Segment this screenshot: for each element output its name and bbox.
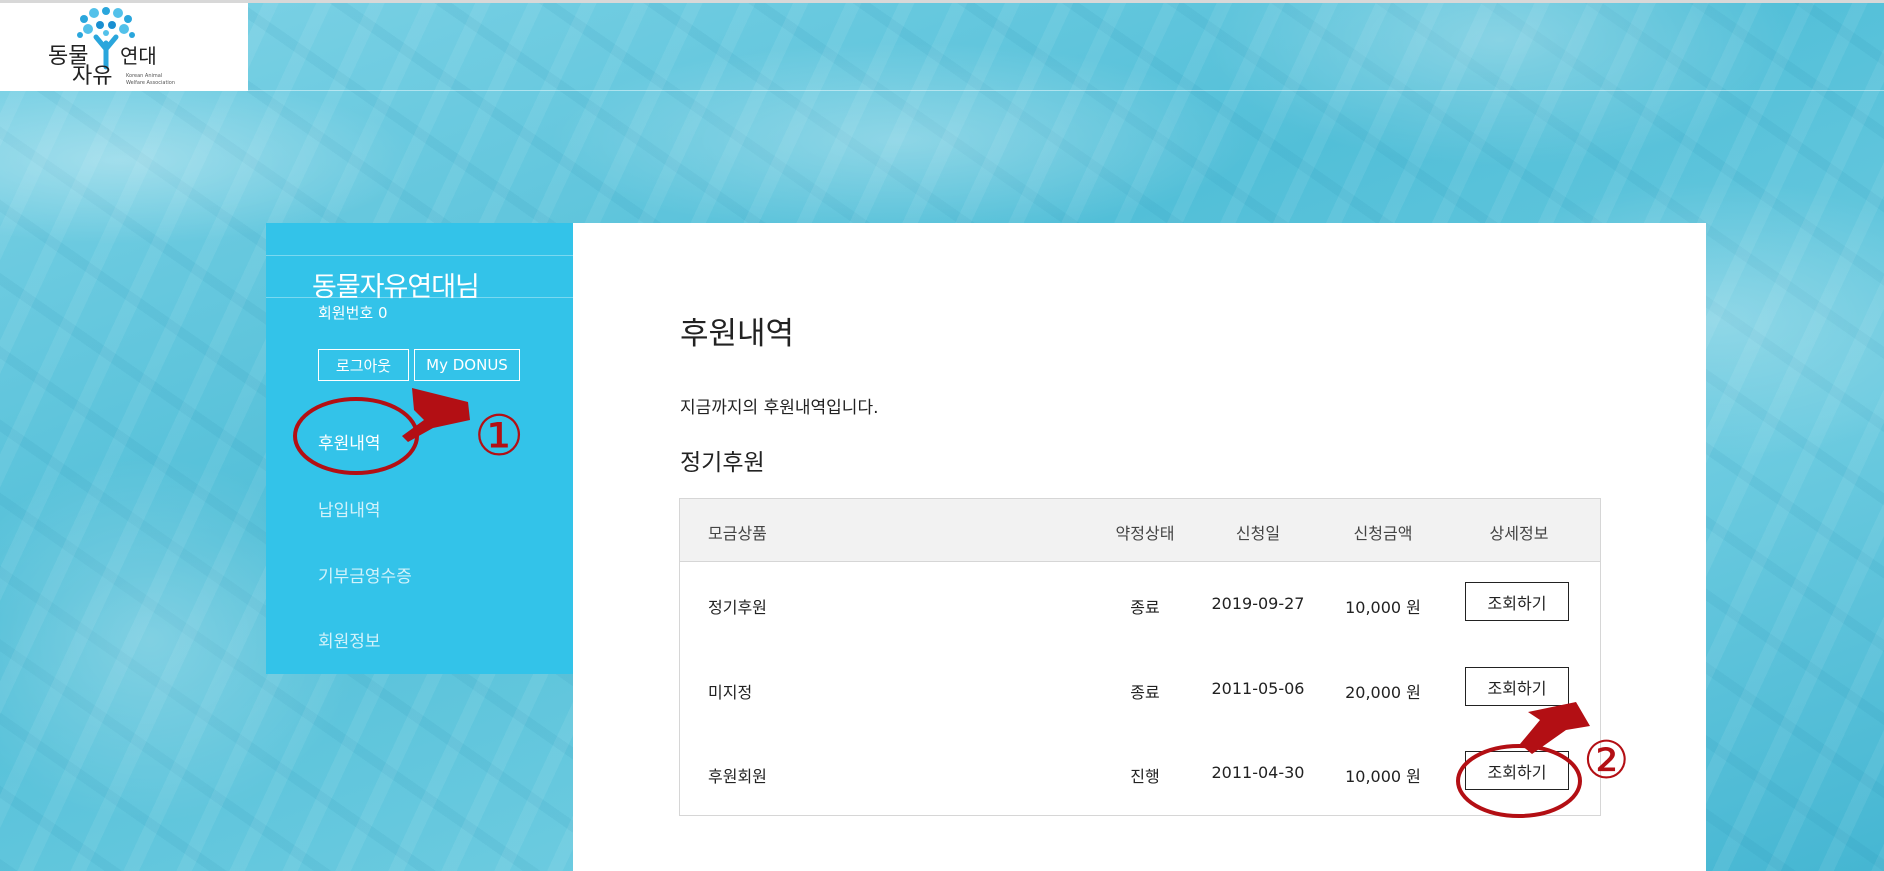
table-header: 모금상품 약정상태 신청일 신청금액 상세정보 (680, 499, 1600, 562)
header-detail: 상세정보 (1489, 524, 1549, 543)
row-product: 정기후원 (708, 598, 767, 617)
mypage-sidebar: 동물자유연대님 회원번호 0 로그아웃 My DONUS 후원내역 납입내역 기… (266, 223, 573, 674)
view-detail-button[interactable]: 조회하기 (1465, 582, 1569, 621)
row-date: 2019-09-27 (1211, 594, 1305, 613)
header-divider (248, 90, 1884, 91)
row-date: 2011-05-06 (1211, 679, 1305, 698)
sidebar-divider (266, 255, 573, 256)
logo-subtitle-2: Welfare Association (126, 80, 175, 86)
header-product: 모금상품 (708, 524, 767, 543)
logo-subtitle-1: Korean Animal (126, 73, 162, 79)
row-date: 2011-04-30 (1211, 763, 1305, 782)
logo-text-3: 자유 (72, 64, 112, 89)
main-content: 후원내역 지금까지의 후원내역입니다. 정기후원 모금상품 약정상태 신청일 신… (573, 223, 1706, 871)
member-number: 회원번호 0 (318, 304, 388, 322)
user-name: 동물자유연대님 (312, 272, 480, 303)
view-detail-button[interactable]: 조회하기 (1465, 667, 1569, 706)
header-date: 신청일 (1235, 524, 1281, 543)
intro-text: 지금까지의 후원내역입니다. (680, 398, 879, 418)
logout-button[interactable]: 로그아웃 (318, 349, 409, 381)
section-title: 정기후원 (680, 450, 765, 476)
browser-top-strip (0, 0, 1884, 3)
table-row: 정기후원 종료 2019-09-27 10,000 원 조회하기 (680, 562, 1600, 646)
logo-text-2: 연대 (120, 44, 157, 68)
sidebar-item-donation-receipt[interactable]: 기부금영수증 (318, 562, 412, 587)
row-product: 미지정 (708, 683, 753, 702)
table-row: 미지정 종료 2011-05-06 20,000 원 조회하기 (680, 647, 1600, 731)
header-amount: 신청금액 (1353, 524, 1413, 543)
site-logo[interactable]: 동물 연대 자유 Korean Animal Welfare Associati… (0, 3, 248, 91)
donation-table: 모금상품 약정상태 신청일 신청금액 상세정보 정기후원 종료 2019-09-… (679, 498, 1601, 816)
sidebar-item-donation-history[interactable]: 후원내역 (318, 429, 381, 454)
row-status: 종료 (1130, 683, 1160, 702)
sidebar-item-member-info[interactable]: 회원정보 (318, 627, 381, 652)
row-product: 후원회원 (708, 767, 767, 786)
row-status: 진행 (1130, 767, 1160, 786)
table-row: 후원회원 진행 2011-04-30 10,000 원 조회하기 (680, 731, 1600, 815)
my-donus-button[interactable]: My DONUS (414, 349, 520, 381)
page-title: 후원내역 (680, 316, 795, 352)
row-amount: 10,000 원 (1345, 598, 1421, 617)
logo-tree-icon: 동물 연대 자유 Korean Animal Welfare Associati… (48, 7, 175, 89)
header-status: 약정상태 (1115, 524, 1175, 543)
row-amount: 10,000 원 (1345, 767, 1421, 786)
row-amount: 20,000 원 (1345, 683, 1421, 702)
view-detail-button[interactable]: 조회하기 (1465, 751, 1569, 790)
sidebar-item-payment-history[interactable]: 납입내역 (318, 496, 381, 521)
row-status: 종료 (1130, 598, 1160, 617)
